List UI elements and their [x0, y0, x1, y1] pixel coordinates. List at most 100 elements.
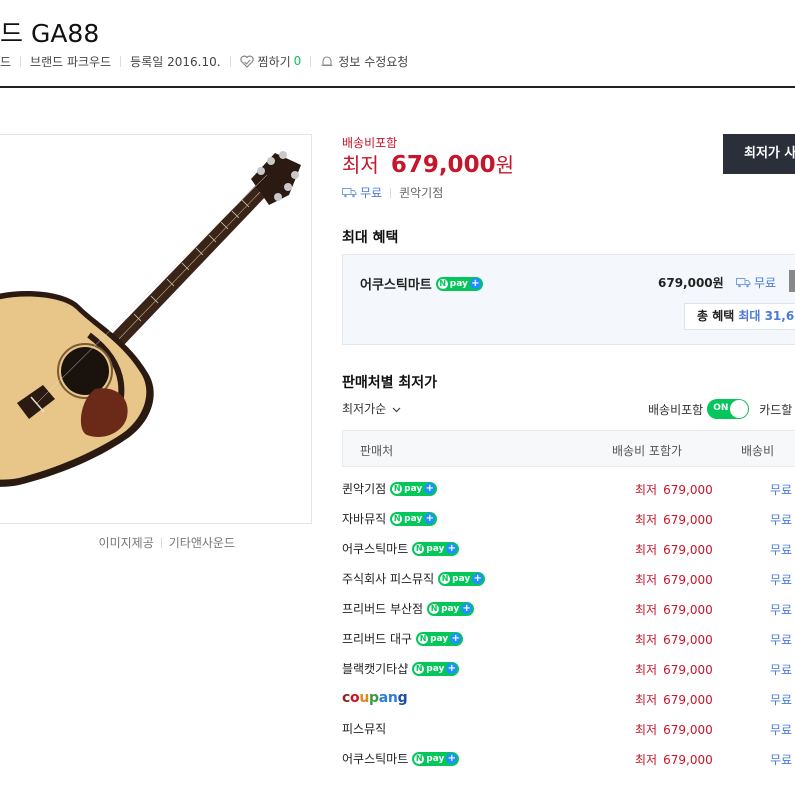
- seller-name-text: 주식회사 피스뮤직: [342, 572, 435, 586]
- seller-table-header: 판매처 배송비 포함가 배송비: [342, 430, 795, 467]
- benefit-shop[interactable]: 어쿠스틱마트 Npay +: [360, 274, 483, 293]
- npay-text: pay: [449, 278, 468, 289]
- table-row[interactable]: 프리버드 대구 Npay + 최저 679,000 무료: [342, 623, 795, 653]
- seller-shipping: 무료: [770, 573, 793, 587]
- card-discount-label[interactable]: 카드할: [759, 401, 792, 418]
- seller-price[interactable]: 최저 679,000: [635, 631, 713, 648]
- seller-name[interactable]: 프리버드 부산점 Npay +: [342, 600, 475, 617]
- price-prefix: 최저: [635, 573, 658, 587]
- npay-badge: Npay +: [412, 541, 460, 556]
- meta-divider: [120, 55, 122, 67]
- price-prefix: 최저: [635, 723, 658, 737]
- seller-price[interactable]: 최저 679,000: [635, 751, 713, 768]
- truck-icon: [736, 278, 751, 288]
- col-price[interactable]: 배송비 포함가: [612, 442, 682, 459]
- truck-icon: [342, 188, 357, 198]
- seller-price[interactable]: 최저 679,000: [635, 511, 713, 528]
- seller-name[interactable]: 피스뮤직: [342, 720, 386, 737]
- npay-plus-icon: +: [450, 633, 462, 644]
- image-credit-source: 기타앤사운드: [168, 536, 235, 550]
- bell-icon: [321, 55, 333, 66]
- table-row[interactable]: 어쿠스틱마트 Npay + 최저 679,000 무료: [342, 743, 795, 773]
- seller-name[interactable]: 퀸악기점 Npay +: [342, 480, 438, 497]
- npay-text: pay: [426, 663, 445, 674]
- brand-link[interactable]: 브랜드 파크우드: [30, 53, 111, 70]
- seller-name[interactable]: 블랙캣기타샵 Npay +: [342, 660, 460, 677]
- npay-plus-icon: +: [424, 483, 436, 494]
- brand-fragment[interactable]: 드: [0, 53, 11, 70]
- seller-price[interactable]: 최저 679,000: [635, 661, 713, 678]
- benefit-price: 679,000원: [658, 276, 724, 290]
- table-row[interactable]: 자바뮤직 Npay + 최저 679,000 무료: [342, 503, 795, 533]
- seller-name[interactable]: 어쿠스틱마트 Npay +: [342, 540, 460, 557]
- seller-name[interactable]: 주식회사 피스뮤직 Npay +: [342, 570, 486, 587]
- col-seller: 판매처: [360, 444, 394, 458]
- wish-button[interactable]: 찜하기 0: [239, 53, 301, 70]
- npay-badge: Npay +: [412, 751, 460, 766]
- register-date: 등록일 2016.10.: [130, 54, 221, 69]
- seller-price[interactable]: 최저 679,000: [635, 571, 713, 588]
- npay-text: pay: [452, 573, 471, 584]
- price-prefix: 최저: [635, 483, 658, 497]
- seller-shipping: 무료: [770, 543, 793, 557]
- seller-name-text: 자바뮤직: [342, 512, 387, 526]
- seller-price[interactable]: 최저 679,000: [635, 721, 713, 738]
- npay-n: N: [440, 573, 451, 584]
- seller-shipping: 무료: [770, 603, 793, 617]
- seller-price[interactable]: 최저 679,000: [635, 691, 713, 708]
- guitar-image: [0, 151, 301, 487]
- seller-price[interactable]: 최저 679,000: [635, 601, 713, 618]
- npay-plus-icon: +: [446, 753, 458, 764]
- npay-n: N: [392, 513, 403, 524]
- seller-name[interactable]: 어쿠스틱마트 Npay +: [342, 750, 460, 767]
- seller-shipping: 무료: [770, 723, 793, 737]
- table-row[interactable]: coupang 최저 679,000 무료: [342, 683, 795, 713]
- npay-n: N: [414, 663, 425, 674]
- table-row[interactable]: 프리버드 부산점 Npay + 최저 679,000 무료: [342, 593, 795, 623]
- table-row[interactable]: 퀸악기점 Npay + 최저 679,000 무료: [342, 473, 795, 503]
- seller-name[interactable]: 자바뮤직 Npay +: [342, 510, 438, 527]
- seller-name-text: 블랙캣기타샵: [342, 662, 409, 676]
- buy-lowest-button[interactable]: 최저가 사: [723, 134, 795, 174]
- seller-name-text: 프리버드 부산점: [342, 602, 424, 616]
- toggle-label: 배송비포함: [648, 402, 704, 417]
- seller-name[interactable]: coupang: [342, 690, 408, 706]
- total-benefit[interactable]: 총 혜택 최대 31,6: [684, 303, 795, 330]
- shipping-included-toggle[interactable]: ON: [707, 399, 750, 419]
- lowest-label: 최저: [342, 153, 379, 177]
- shipping-toggle-group: 배송비포함 ON 카드할: [648, 399, 792, 419]
- sort-dropdown[interactable]: 최저가순: [342, 400, 401, 417]
- seller-name[interactable]: 프리버드 대구 Npay +: [342, 630, 464, 647]
- npay-badge: Npay +: [438, 571, 486, 586]
- product-image[interactable]: [0, 134, 312, 524]
- table-row[interactable]: 블랙캣기타샵 Npay + 최저 679,000 무료: [342, 653, 795, 683]
- table-row[interactable]: 주식회사 피스뮤직 Npay + 최저 679,000 무료: [342, 563, 795, 593]
- price-value: 679,000: [663, 723, 713, 737]
- product-title: 드 GA88: [0, 19, 100, 48]
- npay-n: N: [429, 603, 440, 614]
- seller-price[interactable]: 최저 679,000: [635, 481, 713, 498]
- toggle-state: ON: [713, 403, 729, 413]
- price-value: 679,000: [663, 753, 713, 767]
- npay-n: N: [437, 278, 448, 289]
- price-prefix: 최저: [635, 663, 658, 677]
- wish-label: 찜하기: [257, 54, 291, 69]
- price-prefix: 최저: [635, 753, 658, 767]
- table-row[interactable]: 어쿠스틱마트 Npay + 최저 679,000 무료: [342, 533, 795, 563]
- seller-price[interactable]: 최저 679,000: [635, 541, 713, 558]
- benefit-go-button[interactable]: [789, 270, 795, 292]
- seller-table: 퀸악기점 Npay + 최저 679,000 무료 자바뮤직 Npay + 최저 679,000 무료…: [342, 473, 795, 773]
- price-value: 679,000: [663, 513, 713, 527]
- price-prefix: 최저: [635, 693, 658, 707]
- report-button[interactable]: 정보 수정요청: [320, 53, 408, 70]
- heart-icon: [239, 55, 254, 68]
- lowest-seller[interactable]: 퀸악기점: [399, 184, 443, 201]
- seller-name-text: 피스뮤직: [342, 722, 387, 736]
- npay-plus-icon: +: [461, 603, 473, 614]
- table-row[interactable]: 피스뮤직 최저 679,000 무료: [342, 713, 795, 743]
- npay-badge: Npay +: [390, 481, 438, 496]
- coupang-logo: coupang: [342, 690, 408, 706]
- price-value: 679,000: [663, 663, 713, 677]
- meta-divider: [310, 55, 312, 67]
- seller-shipping: 무료: [770, 483, 793, 497]
